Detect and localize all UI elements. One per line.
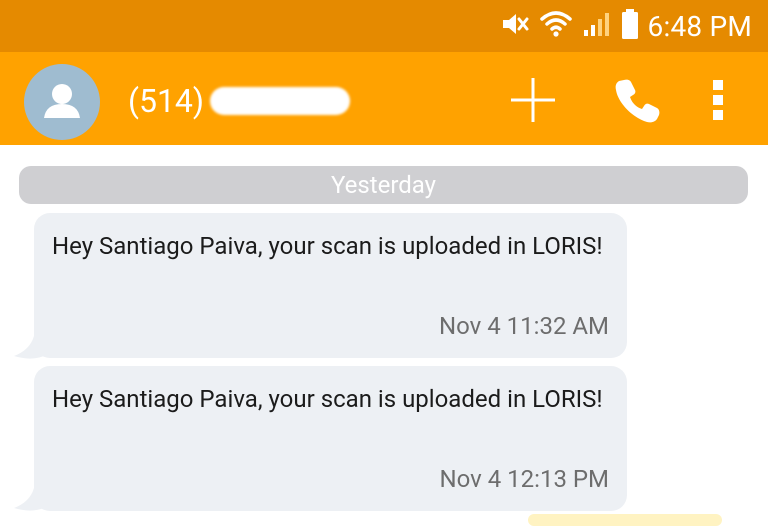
- status-bar: 6:48 PM: [0, 0, 768, 52]
- message-bubble[interactable]: Hey Santiago Paiva, your scan is uploade…: [34, 366, 627, 511]
- overflow-menu-icon[interactable]: [688, 70, 748, 130]
- message-bubble[interactable]: Hey Santiago Paiva, your scan is uploade…: [34, 213, 627, 358]
- signal-icon: [582, 10, 612, 42]
- message-timestamp: Nov 4 12:13 PM: [439, 465, 609, 493]
- phone-icon[interactable]: [606, 70, 666, 130]
- status-icons: 6:48 PM: [500, 0, 752, 52]
- outgoing-message-bubble[interactable]: [528, 514, 722, 526]
- contact-avatar[interactable]: [24, 64, 100, 140]
- date-separator: Yesterday: [19, 166, 748, 204]
- message-text: Hey Santiago Paiva, your scan is uploade…: [52, 385, 603, 413]
- conversation-header: (514): [0, 52, 768, 145]
- add-icon[interactable]: [503, 70, 563, 130]
- message-timestamp: Nov 4 11:32 AM: [439, 312, 609, 340]
- redacted-number: [210, 87, 351, 115]
- person-icon: [44, 84, 80, 118]
- contact-area-code: (514): [128, 82, 205, 120]
- battery-icon: [621, 9, 638, 43]
- mute-icon: [500, 10, 530, 42]
- wifi-icon: [539, 10, 572, 42]
- contact-title[interactable]: (514): [128, 81, 351, 121]
- status-time: 6:48 PM: [647, 9, 752, 43]
- message-text: Hey Santiago Paiva, your scan is uploade…: [52, 232, 603, 260]
